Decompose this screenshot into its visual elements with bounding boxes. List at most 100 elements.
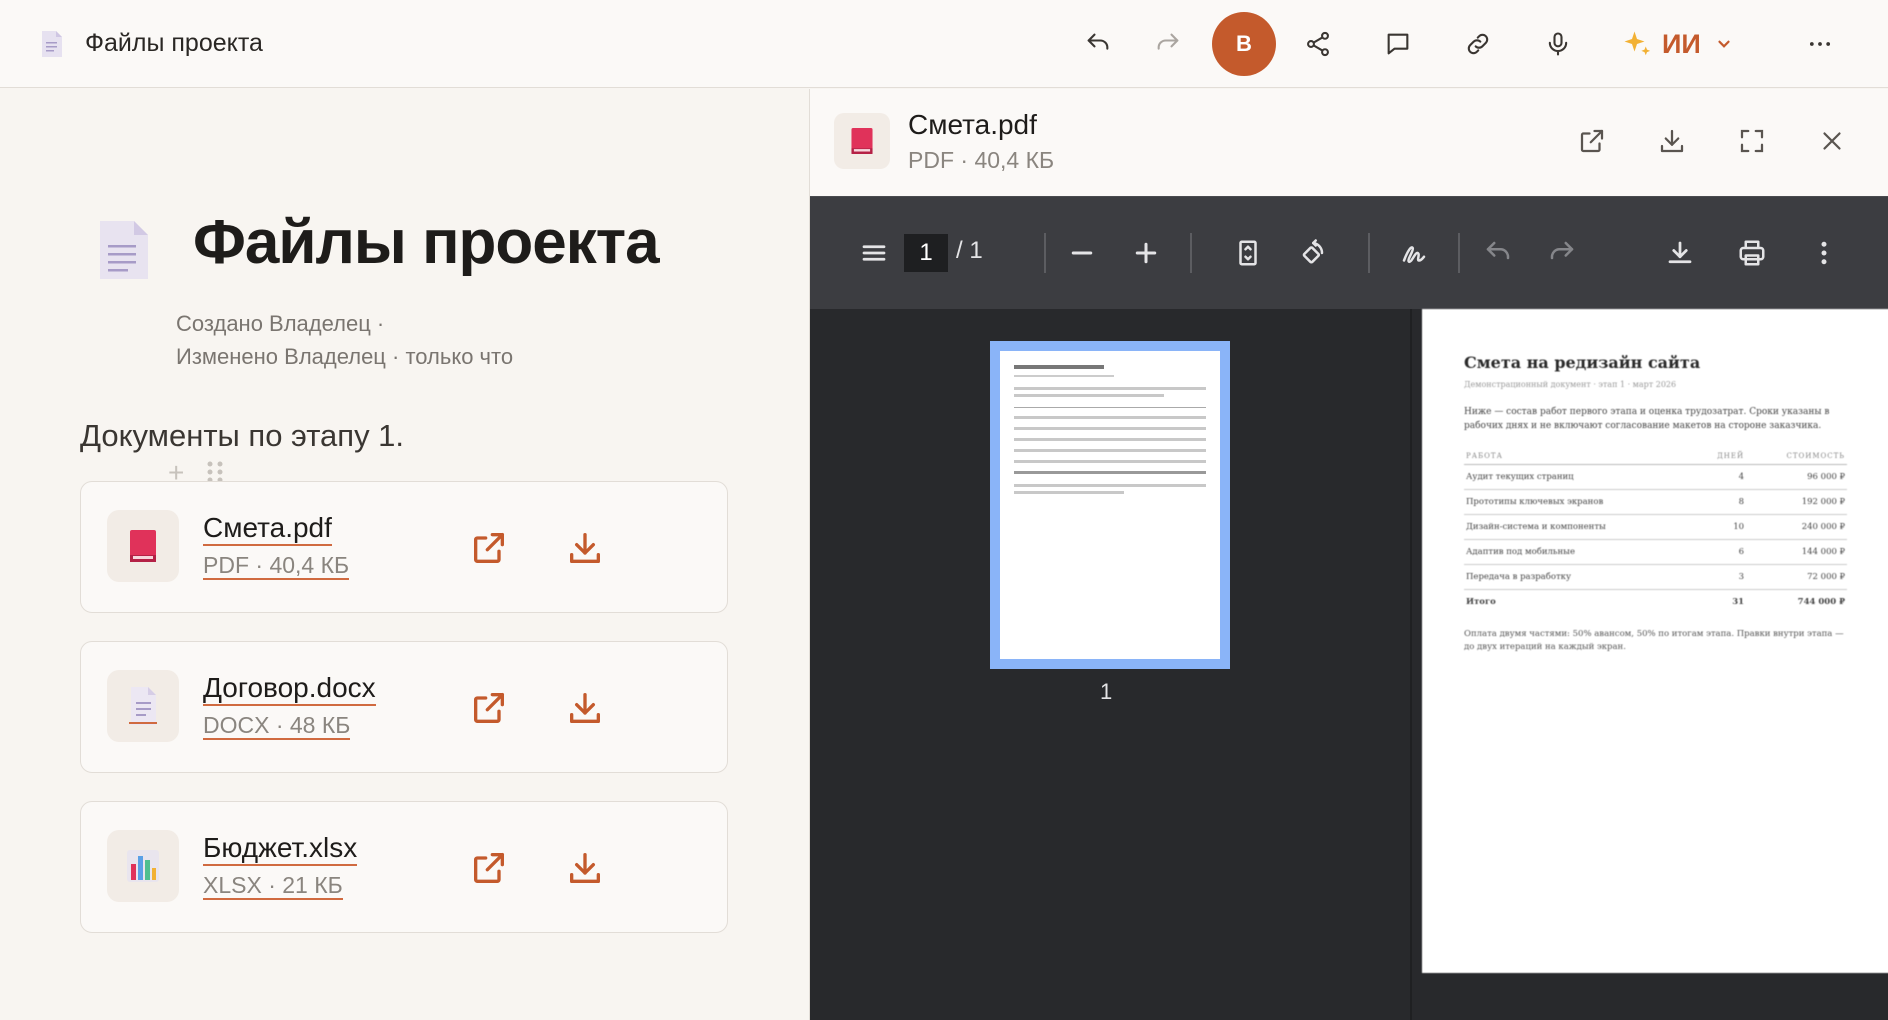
ai-assistant-button[interactable]: ИИ: [1622, 24, 1733, 64]
file-name-link[interactable]: Договор.docx: [203, 672, 376, 707]
file-meta[interactable]: XLSX · 21 КБ: [203, 872, 343, 901]
file-name-link[interactable]: Смета.pdf: [203, 512, 332, 547]
chevron-down-icon: [1718, 40, 1730, 48]
ai-label: ИИ: [1662, 28, 1701, 59]
download-icon: [1660, 129, 1684, 153]
pdf-redo-button[interactable]: [1542, 233, 1582, 273]
cell-cost: 240 000 ₽: [1746, 514, 1847, 540]
redo-button[interactable]: [1144, 20, 1192, 68]
comments-button[interactable]: [1374, 20, 1422, 68]
preview-file-name: Смета.pdf: [908, 109, 1037, 140]
pdf-toolbar: 1 / 1: [810, 196, 1888, 309]
pdf-intro: Ниже — состав работ первого этапа и оцен…: [1464, 407, 1830, 432]
toolbar-divider: [1368, 233, 1370, 273]
open-external-icon[interactable]: [469, 848, 509, 888]
preview-file-meta: PDF · 40,4 КБ: [908, 147, 1055, 173]
sidebar-toggle-button[interactable]: [854, 233, 894, 273]
page-thumbnail[interactable]: [990, 341, 1230, 669]
cell-days: 4: [1696, 464, 1747, 490]
download-icon[interactable]: [565, 528, 605, 568]
download-icon[interactable]: [565, 848, 605, 888]
undo-icon: [1087, 33, 1109, 50]
page-title[interactable]: Файлы проекта: [193, 207, 660, 278]
zoom-in-button[interactable]: [1126, 233, 1166, 273]
page-count: / 1: [956, 237, 983, 264]
file-meta[interactable]: DOCX · 48 КБ: [203, 712, 351, 741]
file-card-pdf[interactable]: Смета.pdf PDF · 40,4 КБ: [80, 481, 728, 613]
more-icon: [1809, 42, 1831, 46]
cell-work: Аудит текущих страниц: [1464, 464, 1697, 490]
more-options-button[interactable]: [1796, 20, 1844, 68]
cell-work: Дизайн-система и компоненты: [1464, 514, 1697, 540]
pdf-title: Смета на редизайн сайта: [1464, 353, 1701, 372]
pdf-footer-note: Оплата двумя частями: 50% авансом, 50% п…: [1464, 628, 1844, 653]
col-header-days: ДНЕЙ: [1696, 447, 1747, 465]
print-button[interactable]: [1732, 233, 1772, 273]
undo-button[interactable]: [1074, 20, 1122, 68]
download-button[interactable]: [1650, 119, 1694, 163]
open-external-icon[interactable]: [469, 528, 509, 568]
user-avatar[interactable]: В: [1212, 12, 1276, 76]
zoom-out-button[interactable]: [1062, 233, 1102, 273]
pdf-more-button[interactable]: [1804, 233, 1844, 273]
created-by-meta: Создано Владелец ·: [176, 311, 385, 336]
pdf-download-button[interactable]: [1660, 233, 1700, 273]
pdf-estimate-table: РАБОТА ДНЕЙ СТОИМОСТЬ Аудит текущих стра…: [1464, 447, 1847, 614]
share-icon: [1307, 31, 1329, 57]
fullscreen-button[interactable]: [1730, 119, 1774, 163]
cell-work: Передача в разработку: [1464, 564, 1697, 590]
comment-icon: [1387, 33, 1409, 55]
open-external-icon: [1580, 129, 1604, 153]
table-row: Адаптив под мобильные 6 144 000 ₽: [1464, 539, 1847, 565]
rotate-button[interactable]: [1292, 233, 1332, 273]
close-preview-button[interactable]: [1810, 119, 1854, 163]
redo-icon: [1550, 241, 1574, 260]
pdf-viewer: 1 / 1 1 Смета на редизайн сайта Демонстр…: [810, 196, 1888, 1020]
pdf-undo-button[interactable]: [1478, 233, 1518, 273]
top-bar: Файлы проекта В ИИ: [0, 0, 1888, 88]
cell-work: Адаптив под мобильные: [1464, 539, 1697, 565]
file-card-docx[interactable]: Договор.docx DOCX · 48 КБ: [80, 641, 728, 773]
col-header-work: РАБОТА: [1464, 447, 1697, 465]
toolbar-divider: [1458, 233, 1460, 273]
table-row: Аудит текущих страниц 4 96 000 ₽: [1464, 464, 1847, 490]
download-icon[interactable]: [565, 688, 605, 728]
cell-cost: 72 000 ₽: [1746, 564, 1847, 590]
page-icon: [100, 221, 148, 279]
cell-days: 3: [1696, 564, 1747, 590]
fit-page-button[interactable]: [1228, 233, 1268, 273]
table-row: Передача в разработку 3 72 000 ₽: [1464, 564, 1847, 590]
annotate-button[interactable]: [1394, 233, 1434, 273]
section-text[interactable]: Документы по этапу 1.: [80, 418, 404, 454]
open-external-icon[interactable]: [469, 688, 509, 728]
cell-cost: 96 000 ₽: [1746, 464, 1847, 490]
file-name-link[interactable]: Бюджет.xlsx: [203, 832, 358, 867]
close-icon: [1823, 132, 1841, 150]
document-title[interactable]: Файлы проекта: [85, 29, 263, 58]
more-vertical-icon: [1821, 241, 1827, 265]
document-icon: [107, 670, 179, 742]
document-panel: Файлы проекта Создано Владелец · Изменен…: [0, 89, 808, 1020]
table-row: Прототипы ключевых экранов 8 192 000 ₽: [1464, 489, 1847, 515]
share-button[interactable]: [1294, 20, 1342, 68]
pdf-subtitle: Демонстрационный документ · этап 1 · мар…: [1464, 380, 1677, 389]
thumbnail-page: [1000, 351, 1220, 659]
page-number-input[interactable]: 1: [904, 234, 948, 272]
voice-button[interactable]: [1534, 20, 1582, 68]
cell-days: 8: [1696, 489, 1747, 515]
file-card-xlsx[interactable]: Бюджет.xlsx XLSX · 21 КБ: [80, 801, 728, 933]
open-in-new-tab-button[interactable]: [1570, 119, 1614, 163]
undo-icon: [1486, 241, 1510, 260]
copy-link-button[interactable]: [1454, 20, 1502, 68]
cell-days: 31: [1732, 596, 1745, 607]
document-icon: [42, 31, 62, 57]
preview-header: Смета.pdf PDF · 40,4 КБ: [810, 89, 1888, 196]
toolbar-divider: [1190, 233, 1192, 273]
file-meta[interactable]: PDF · 40,4 КБ: [203, 552, 350, 581]
cell-days: 10: [1696, 514, 1747, 540]
redo-icon: [1157, 33, 1179, 50]
printer-icon: [1739, 240, 1765, 266]
thumbnail-sidebar: 1: [810, 309, 1412, 1020]
col-header-cost: СТОИМОСТЬ: [1746, 447, 1847, 465]
spreadsheet-chart-icon: [107, 830, 179, 902]
